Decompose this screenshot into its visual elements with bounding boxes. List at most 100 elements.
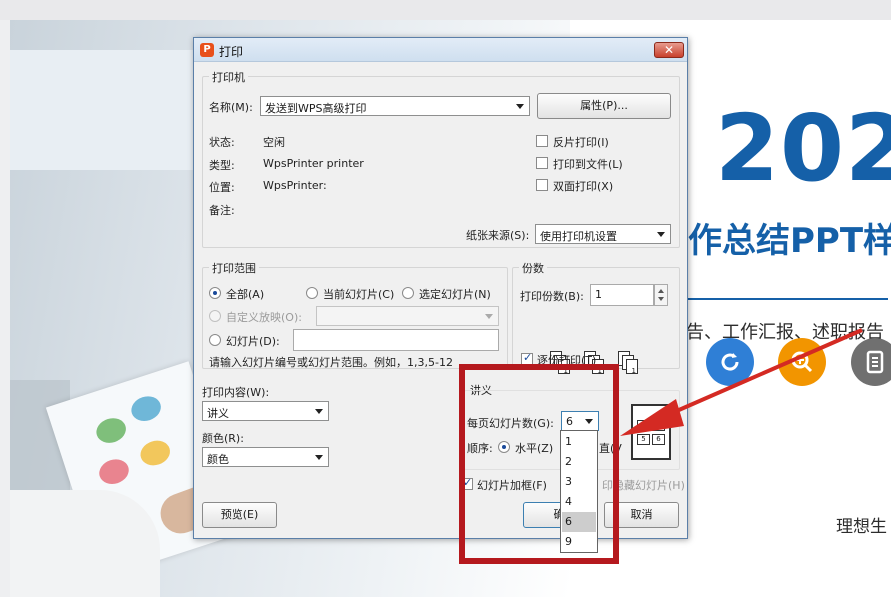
preview-cell: 6 bbox=[652, 434, 665, 445]
print-what-label: 打印内容(W): bbox=[202, 386, 270, 399]
photo-sleeve bbox=[10, 490, 160, 597]
handout-layout-preview: 3 5 4 6 bbox=[631, 404, 671, 460]
document-icon bbox=[851, 338, 891, 386]
dropdown-option[interactable]: 4 bbox=[562, 492, 596, 512]
copies-label: 打印份数(B): bbox=[520, 290, 584, 303]
dropdown-option[interactable]: 9 bbox=[562, 532, 596, 552]
paper-source-label: 纸张来源(S): bbox=[466, 229, 530, 242]
print-dialog: P 打印 ✕ 打印机 名称(M): 发送到WPS高级打印 属性(P)... 状态… bbox=[193, 37, 688, 539]
editor-top-bar bbox=[0, 0, 891, 20]
paper-chart-blob bbox=[128, 392, 165, 425]
dialog-titlebar[interactable]: P 打印 ✕ bbox=[194, 38, 687, 62]
paper-chart-blob bbox=[96, 455, 132, 488]
close-button[interactable]: ✕ bbox=[654, 42, 684, 58]
type-label: 类型: bbox=[209, 159, 235, 172]
printer-name-select[interactable]: 发送到WPS高级打印 bbox=[260, 96, 530, 116]
range-current-radio[interactable] bbox=[306, 287, 318, 299]
comment-label: 备注: bbox=[209, 204, 235, 217]
copies-input[interactable]: 1 bbox=[590, 284, 654, 306]
custom-show-select[interactable] bbox=[316, 306, 499, 326]
preview-button[interactable]: 预览(E) bbox=[202, 502, 277, 528]
print-to-file-checkbox[interactable] bbox=[536, 157, 548, 169]
printer-name-value: 发送到WPS高级打印 bbox=[265, 102, 367, 115]
printer-name-label: 名称(M): bbox=[209, 101, 253, 114]
range-custom-show-radio[interactable] bbox=[209, 310, 221, 322]
order-horizontal-label: 水平(Z) bbox=[515, 442, 554, 455]
frame-slides-checkbox[interactable] bbox=[461, 476, 473, 490]
search-icon bbox=[778, 338, 826, 386]
reverse-print-checkbox[interactable] bbox=[536, 135, 548, 147]
location-value: WpsPrinter: bbox=[263, 179, 327, 192]
color-label: 颜色(R): bbox=[202, 432, 244, 445]
range-selection-label: 选定幻灯片(N) bbox=[419, 288, 491, 301]
order-horizontal-radio[interactable] bbox=[498, 441, 510, 453]
duplex-checkbox[interactable] bbox=[536, 179, 548, 191]
paper-source-value: 使用打印机设置 bbox=[540, 230, 617, 243]
slides-per-page-label: 每页幻灯片数(G): bbox=[467, 417, 554, 430]
location-label: 位置: bbox=[209, 181, 235, 194]
reverse-print-label: 反片打印(I) bbox=[553, 136, 609, 149]
range-selection-radio[interactable] bbox=[402, 287, 414, 299]
slide-title: 作总结PPT样 bbox=[688, 221, 891, 261]
dialog-title: 打印 bbox=[219, 45, 244, 59]
print-to-file-label: 打印到文件(L) bbox=[553, 158, 623, 171]
dropdown-option[interactable]: 2 bbox=[562, 452, 596, 472]
range-all-radio[interactable] bbox=[209, 287, 221, 299]
range-custom-show-label: 自定义放映(O): bbox=[226, 311, 302, 324]
chevron-down-icon bbox=[315, 455, 323, 460]
chevron-down-icon bbox=[657, 232, 665, 237]
slide-subtitle: 告、工作汇报、述职报告 bbox=[686, 322, 884, 343]
chevron-down-icon bbox=[315, 409, 323, 414]
properties-button[interactable]: 属性(P)... bbox=[537, 93, 671, 119]
print-what-value: 讲义 bbox=[207, 407, 229, 420]
color-select[interactable]: 颜色 bbox=[202, 447, 329, 467]
slides-per-page-value: 6 bbox=[566, 415, 573, 428]
cancel-button[interactable]: 取消 bbox=[604, 502, 679, 528]
spinner-arrows-icon bbox=[658, 289, 664, 301]
order-label: 顺序: bbox=[467, 442, 493, 455]
print-what-select[interactable]: 讲义 bbox=[202, 401, 329, 421]
collate-set-icon: 3 2 1 bbox=[618, 351, 638, 375]
preview-cell: 5 bbox=[637, 434, 650, 445]
slides-per-page-select[interactable]: 6 bbox=[561, 411, 599, 431]
chevron-down-icon bbox=[485, 314, 493, 319]
wps-app-icon: P bbox=[200, 43, 214, 57]
frame-slides-label: 幻灯片加框(F) bbox=[477, 479, 547, 492]
print-hidden-label: 印隐藏幻灯片(H) bbox=[602, 479, 685, 492]
dropdown-option-selected[interactable]: 6 bbox=[562, 512, 596, 532]
range-slides-radio[interactable] bbox=[209, 334, 221, 346]
preview-cell: 4 bbox=[652, 420, 665, 431]
collate-label: 逐份打印(T) bbox=[537, 354, 597, 367]
dropdown-option[interactable]: 3 bbox=[562, 472, 596, 492]
slides-per-page-dropdown[interactable]: 1 2 3 4 6 9 bbox=[560, 430, 598, 553]
paper-source-select[interactable]: 使用打印机设置 bbox=[535, 224, 671, 244]
copies-group-label: 份数 bbox=[519, 260, 547, 276]
status-label: 状态: bbox=[209, 136, 235, 149]
chevron-down-icon bbox=[585, 419, 593, 424]
preview-cell: 3 bbox=[637, 420, 650, 431]
slide-year: 202 bbox=[715, 95, 891, 202]
range-all-label: 全部(A) bbox=[226, 288, 265, 301]
copies-value: 1 bbox=[595, 288, 602, 301]
duplex-label: 双面打印(X) bbox=[553, 180, 614, 193]
paper-chart-blob bbox=[137, 436, 174, 470]
type-value: WpsPrinter printer bbox=[263, 157, 364, 170]
color-value: 颜色 bbox=[207, 453, 229, 466]
photo-window-light bbox=[10, 50, 200, 170]
chevron-down-icon bbox=[516, 104, 524, 109]
printer-group-label: 打印机 bbox=[209, 69, 248, 85]
dropdown-option[interactable]: 1 bbox=[562, 432, 596, 452]
paper-chart-blob bbox=[93, 414, 130, 447]
collate-checkbox[interactable] bbox=[521, 351, 533, 365]
print-range-label: 打印范围 bbox=[209, 260, 259, 276]
order-vertical-label: 直(V bbox=[599, 442, 622, 455]
slide-title-underline bbox=[688, 298, 888, 300]
range-hint: 请输入幻灯片编号或幻灯片范围。例如，1,3,5-12 bbox=[209, 356, 453, 369]
status-value: 空闲 bbox=[263, 136, 285, 149]
refresh-icon bbox=[706, 338, 754, 386]
slide-tagline: 理想生 bbox=[836, 517, 887, 537]
range-slides-label: 幻灯片(D): bbox=[226, 335, 280, 348]
copies-spinner[interactable] bbox=[654, 284, 668, 306]
range-current-label: 当前幻灯片(C) bbox=[323, 288, 395, 301]
slides-range-input[interactable] bbox=[293, 329, 499, 351]
